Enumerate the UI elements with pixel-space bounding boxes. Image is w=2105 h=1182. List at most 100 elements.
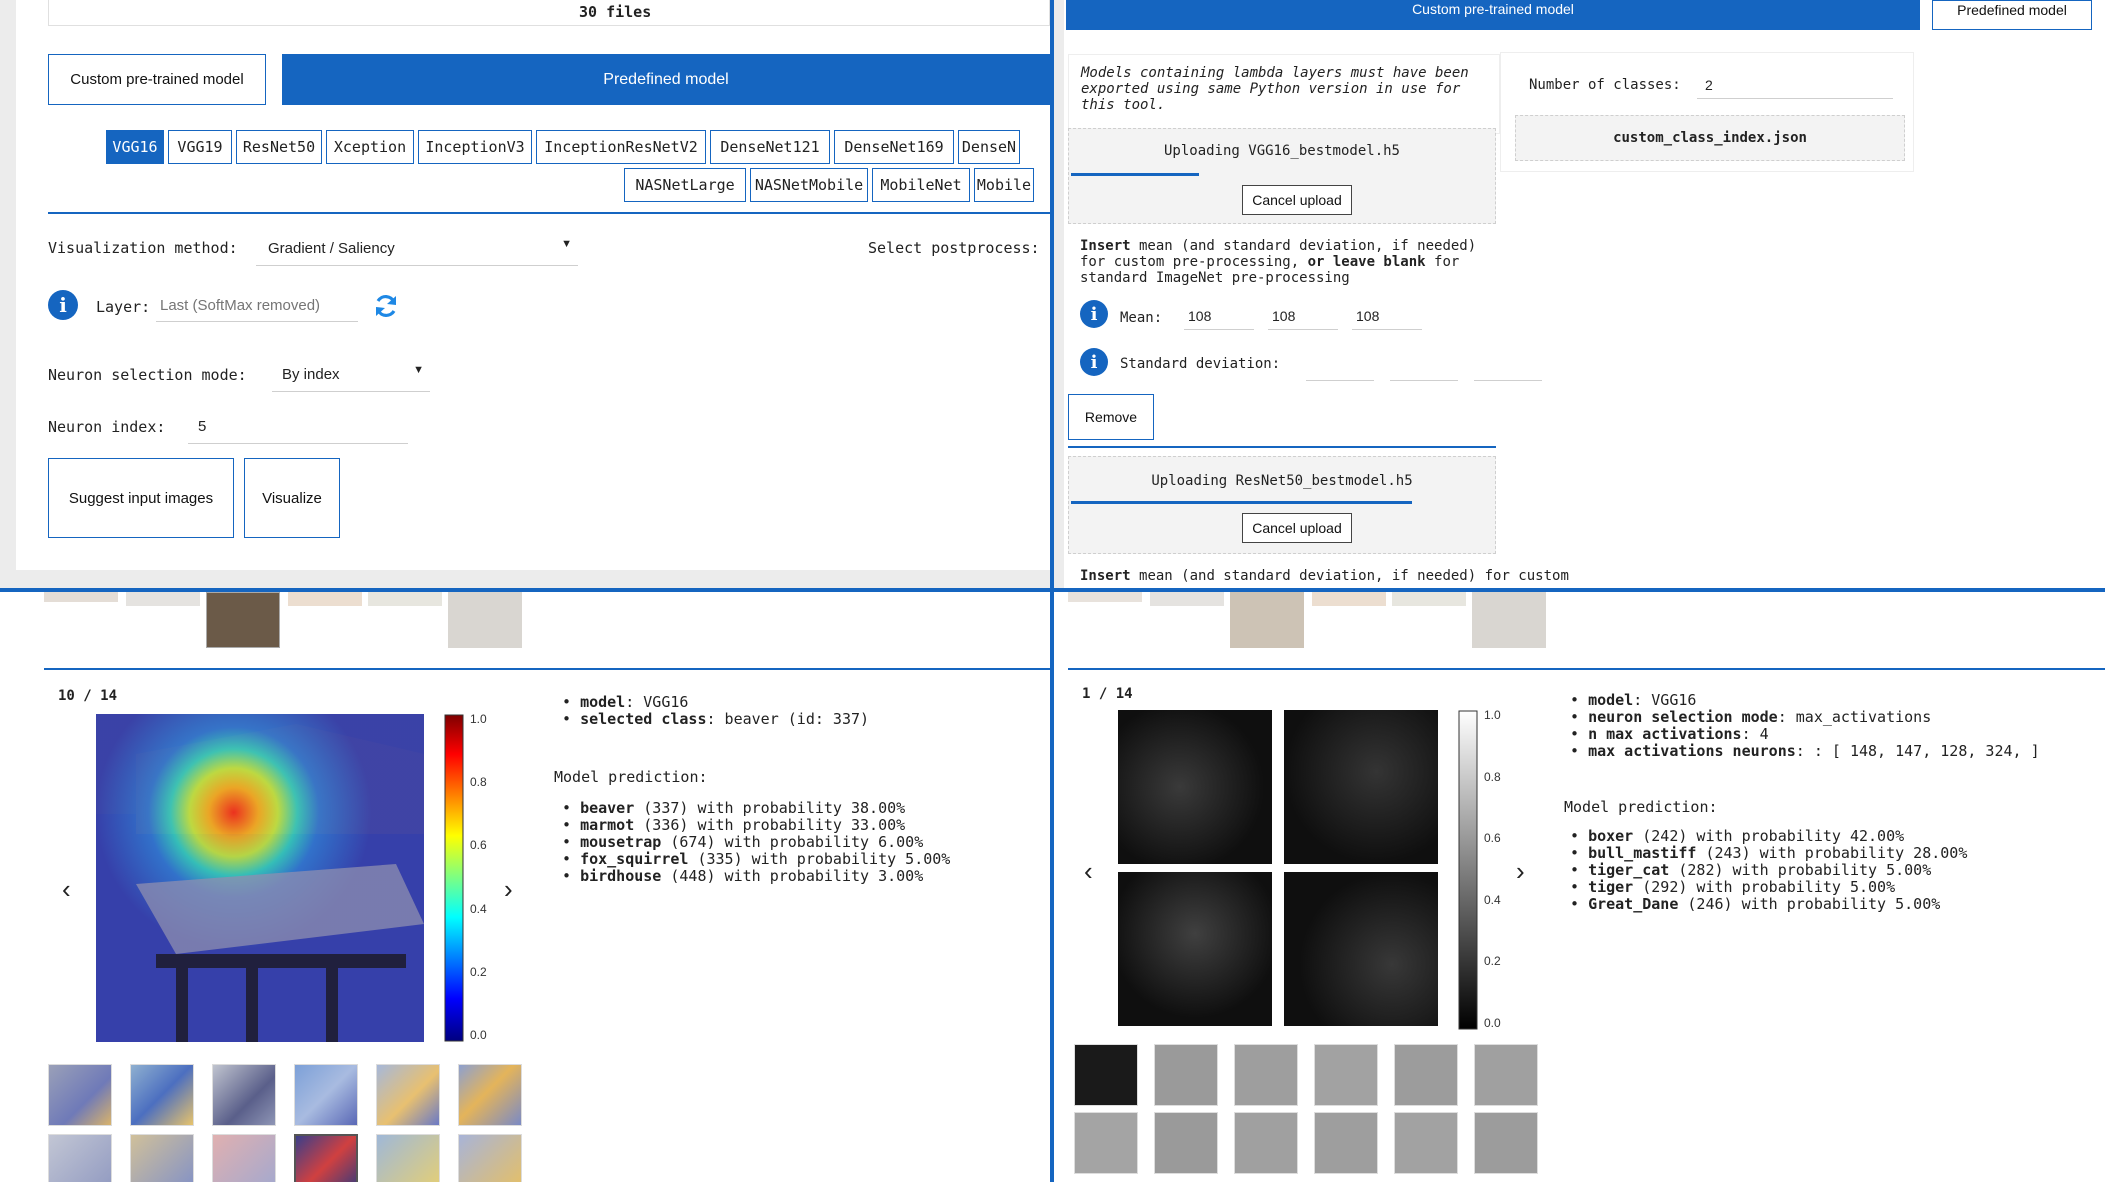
activation-thumbnail[interactable] — [1074, 1112, 1138, 1174]
model-option-inceptionv3[interactable]: InceptionV3 — [418, 130, 532, 164]
neuron-mode-select[interactable]: By index ▼ — [272, 358, 430, 392]
heatmap-thumbnail[interactable] — [48, 1134, 112, 1182]
selected-input-thumbnail[interactable] — [206, 592, 280, 648]
heatmap-thumbnail[interactable] — [212, 1064, 276, 1126]
model-option-vgg16[interactable]: VGG16 — [106, 130, 164, 164]
activation-thumbnail[interactable] — [1234, 1112, 1298, 1174]
activation-map — [1118, 872, 1272, 1026]
selected-activation-thumbnail[interactable] — [1074, 1044, 1138, 1106]
layer-input[interactable] — [156, 290, 358, 322]
num-classes-input[interactable]: 2 — [1697, 69, 1893, 99]
activation-thumbnail[interactable] — [1314, 1044, 1378, 1106]
activation-thumbnail[interactable] — [1394, 1044, 1458, 1106]
heatmap-thumbnail[interactable] — [130, 1134, 194, 1182]
colorbar-tick-label: 0.0 — [470, 1028, 487, 1042]
list-item-key: model — [1588, 691, 1634, 709]
model-option-densenet121[interactable]: DenseNet121 — [710, 130, 830, 164]
list-item: • model: VGG16 — [1570, 692, 2040, 709]
activation-thumbnail[interactable] — [1474, 1112, 1538, 1174]
cancel-upload-button-2[interactable]: Cancel upload — [1242, 513, 1352, 543]
list-item: • marmot (336) with probability 33.00% — [562, 817, 950, 834]
leave-blank-bold: or leave blank — [1307, 254, 1426, 270]
visualize-button[interactable]: Visualize — [244, 458, 340, 538]
model-settings-card: 30 files Custom pre-trained model Predef… — [16, 0, 1050, 570]
std-input-3[interactable] — [1474, 380, 1542, 381]
model-option-nasnetmobile[interactable]: NASNetMobile — [750, 168, 868, 202]
input-thumbnail[interactable] — [1472, 592, 1546, 648]
model-option-resnet50[interactable]: ResNet50 — [236, 130, 322, 164]
std-input-2[interactable] — [1390, 380, 1458, 381]
prev-image-arrow[interactable]: ‹ — [1084, 856, 1093, 887]
list-item-key: marmot — [580, 816, 635, 834]
suggest-images-button[interactable]: Suggest input images — [48, 458, 234, 538]
results-divider — [1068, 668, 2105, 670]
model-option-densenet169[interactable]: DenseNet169 — [834, 130, 954, 164]
model-option-mobile[interactable]: Mobile — [974, 168, 1034, 202]
cancel-upload-button-1[interactable]: Cancel upload — [1242, 185, 1352, 215]
dropdown-arrow-icon: ▼ — [413, 364, 424, 376]
activation-thumbnail[interactable] — [1394, 1112, 1458, 1174]
vis-method-label: Visualization method: — [48, 239, 238, 257]
dropdown-arrow-icon: ▼ — [561, 238, 572, 250]
refresh-icon[interactable] — [372, 292, 400, 320]
heatmap-thumbnail[interactable] — [212, 1134, 276, 1182]
upload-progress-bar-1 — [1071, 173, 1199, 176]
mean-value-3: 108 — [1356, 308, 1380, 324]
list-item-key: max activations neurons — [1588, 742, 1796, 760]
mean-input-3[interactable]: 108 — [1352, 300, 1422, 330]
saliency-heatmap-image — [96, 714, 424, 1042]
model-option-vgg19[interactable]: VGG19 — [168, 130, 232, 164]
activation-thumbnail[interactable] — [1314, 1112, 1378, 1174]
model-option-xception[interactable]: Xception — [326, 130, 414, 164]
upload-title-2: Uploading ResNet50_bestmodel.h5 — [1151, 473, 1413, 489]
model-option-densen[interactable]: DenseN — [958, 130, 1020, 164]
mean-inputs: 108 108 108 — [1184, 300, 1484, 330]
std-input-1[interactable] — [1306, 380, 1374, 381]
info-icon[interactable]: i — [48, 290, 78, 320]
bullet-icon: • — [562, 693, 581, 711]
files-count: 30 files — [579, 3, 652, 21]
tab-predefined-model[interactable]: Predefined model — [1932, 0, 2092, 30]
class-index-filename: custom_class_index.json — [1613, 130, 1807, 146]
activation-thumbnail[interactable] — [1474, 1044, 1538, 1106]
heatmap-thumbnail[interactable] — [376, 1064, 440, 1126]
list-item-value: (282) with probability 5.00% — [1669, 861, 1932, 879]
tab-custom-model[interactable]: Custom pre-trained model — [1066, 0, 1920, 30]
heatmap-thumbnail[interactable] — [294, 1064, 358, 1126]
activation-thumbnail[interactable] — [1154, 1044, 1218, 1106]
heatmap-thumbnail[interactable] — [48, 1064, 112, 1126]
mean-input-1[interactable]: 108 — [1184, 300, 1254, 330]
bullet-icon: • — [562, 867, 581, 885]
model-option-inceptionresnetv2[interactable]: InceptionResNetV2 — [536, 130, 706, 164]
heatmap-thumbnail[interactable] — [376, 1134, 440, 1182]
bullet-icon: • — [1570, 844, 1589, 862]
bullet-icon: • — [1570, 827, 1589, 845]
neuron-mode-label: Neuron selection mode: — [48, 366, 247, 384]
prev-image-arrow[interactable]: ‹ — [62, 874, 71, 905]
mean-input-2[interactable]: 108 — [1268, 300, 1338, 330]
predefined-model-panel: 30 files Custom pre-trained model Predef… — [0, 0, 1050, 588]
list-item: • boxer (242) with probability 42.00% — [1570, 828, 1967, 845]
colorbar-ticks: 1.0 0.8 0.6 0.4 0.2 0.0 — [1484, 708, 1524, 1032]
remove-button[interactable]: Remove — [1068, 394, 1154, 440]
lambda-layer-note: Models containing lambda layers must hav… — [1068, 54, 1500, 134]
heatmap-thumbnail[interactable] — [130, 1064, 194, 1126]
model-option-mobilenet[interactable]: MobileNet — [872, 168, 970, 202]
insert-bold-2: Insert — [1080, 568, 1131, 584]
std-label: Standard deviation: — [1120, 356, 1281, 372]
activation-thumbnail[interactable] — [1154, 1112, 1218, 1174]
heatmap-thumbnail[interactable] — [458, 1064, 522, 1126]
input-thumbnail[interactable] — [1230, 592, 1304, 648]
info-icon[interactable]: i — [1080, 348, 1108, 376]
tab-custom-model[interactable]: Custom pre-trained model — [48, 54, 266, 105]
vis-method-select[interactable]: Gradient / Saliency ▼ — [256, 232, 578, 266]
model-option-nasnetlarge[interactable]: NASNetLarge — [624, 168, 746, 202]
info-icon[interactable]: i — [1080, 300, 1108, 328]
heatmap-thumbnail[interactable] — [458, 1134, 522, 1182]
activation-thumbnail[interactable] — [1234, 1044, 1298, 1106]
class-index-file-box[interactable]: custom_class_index.json — [1515, 115, 1905, 161]
selected-heatmap-thumbnail[interactable] — [294, 1134, 358, 1182]
bullet-icon: • — [1570, 878, 1589, 896]
neuron-index-input[interactable]: 5 — [188, 410, 408, 444]
tab-predefined-model[interactable]: Predefined model — [282, 54, 1050, 105]
